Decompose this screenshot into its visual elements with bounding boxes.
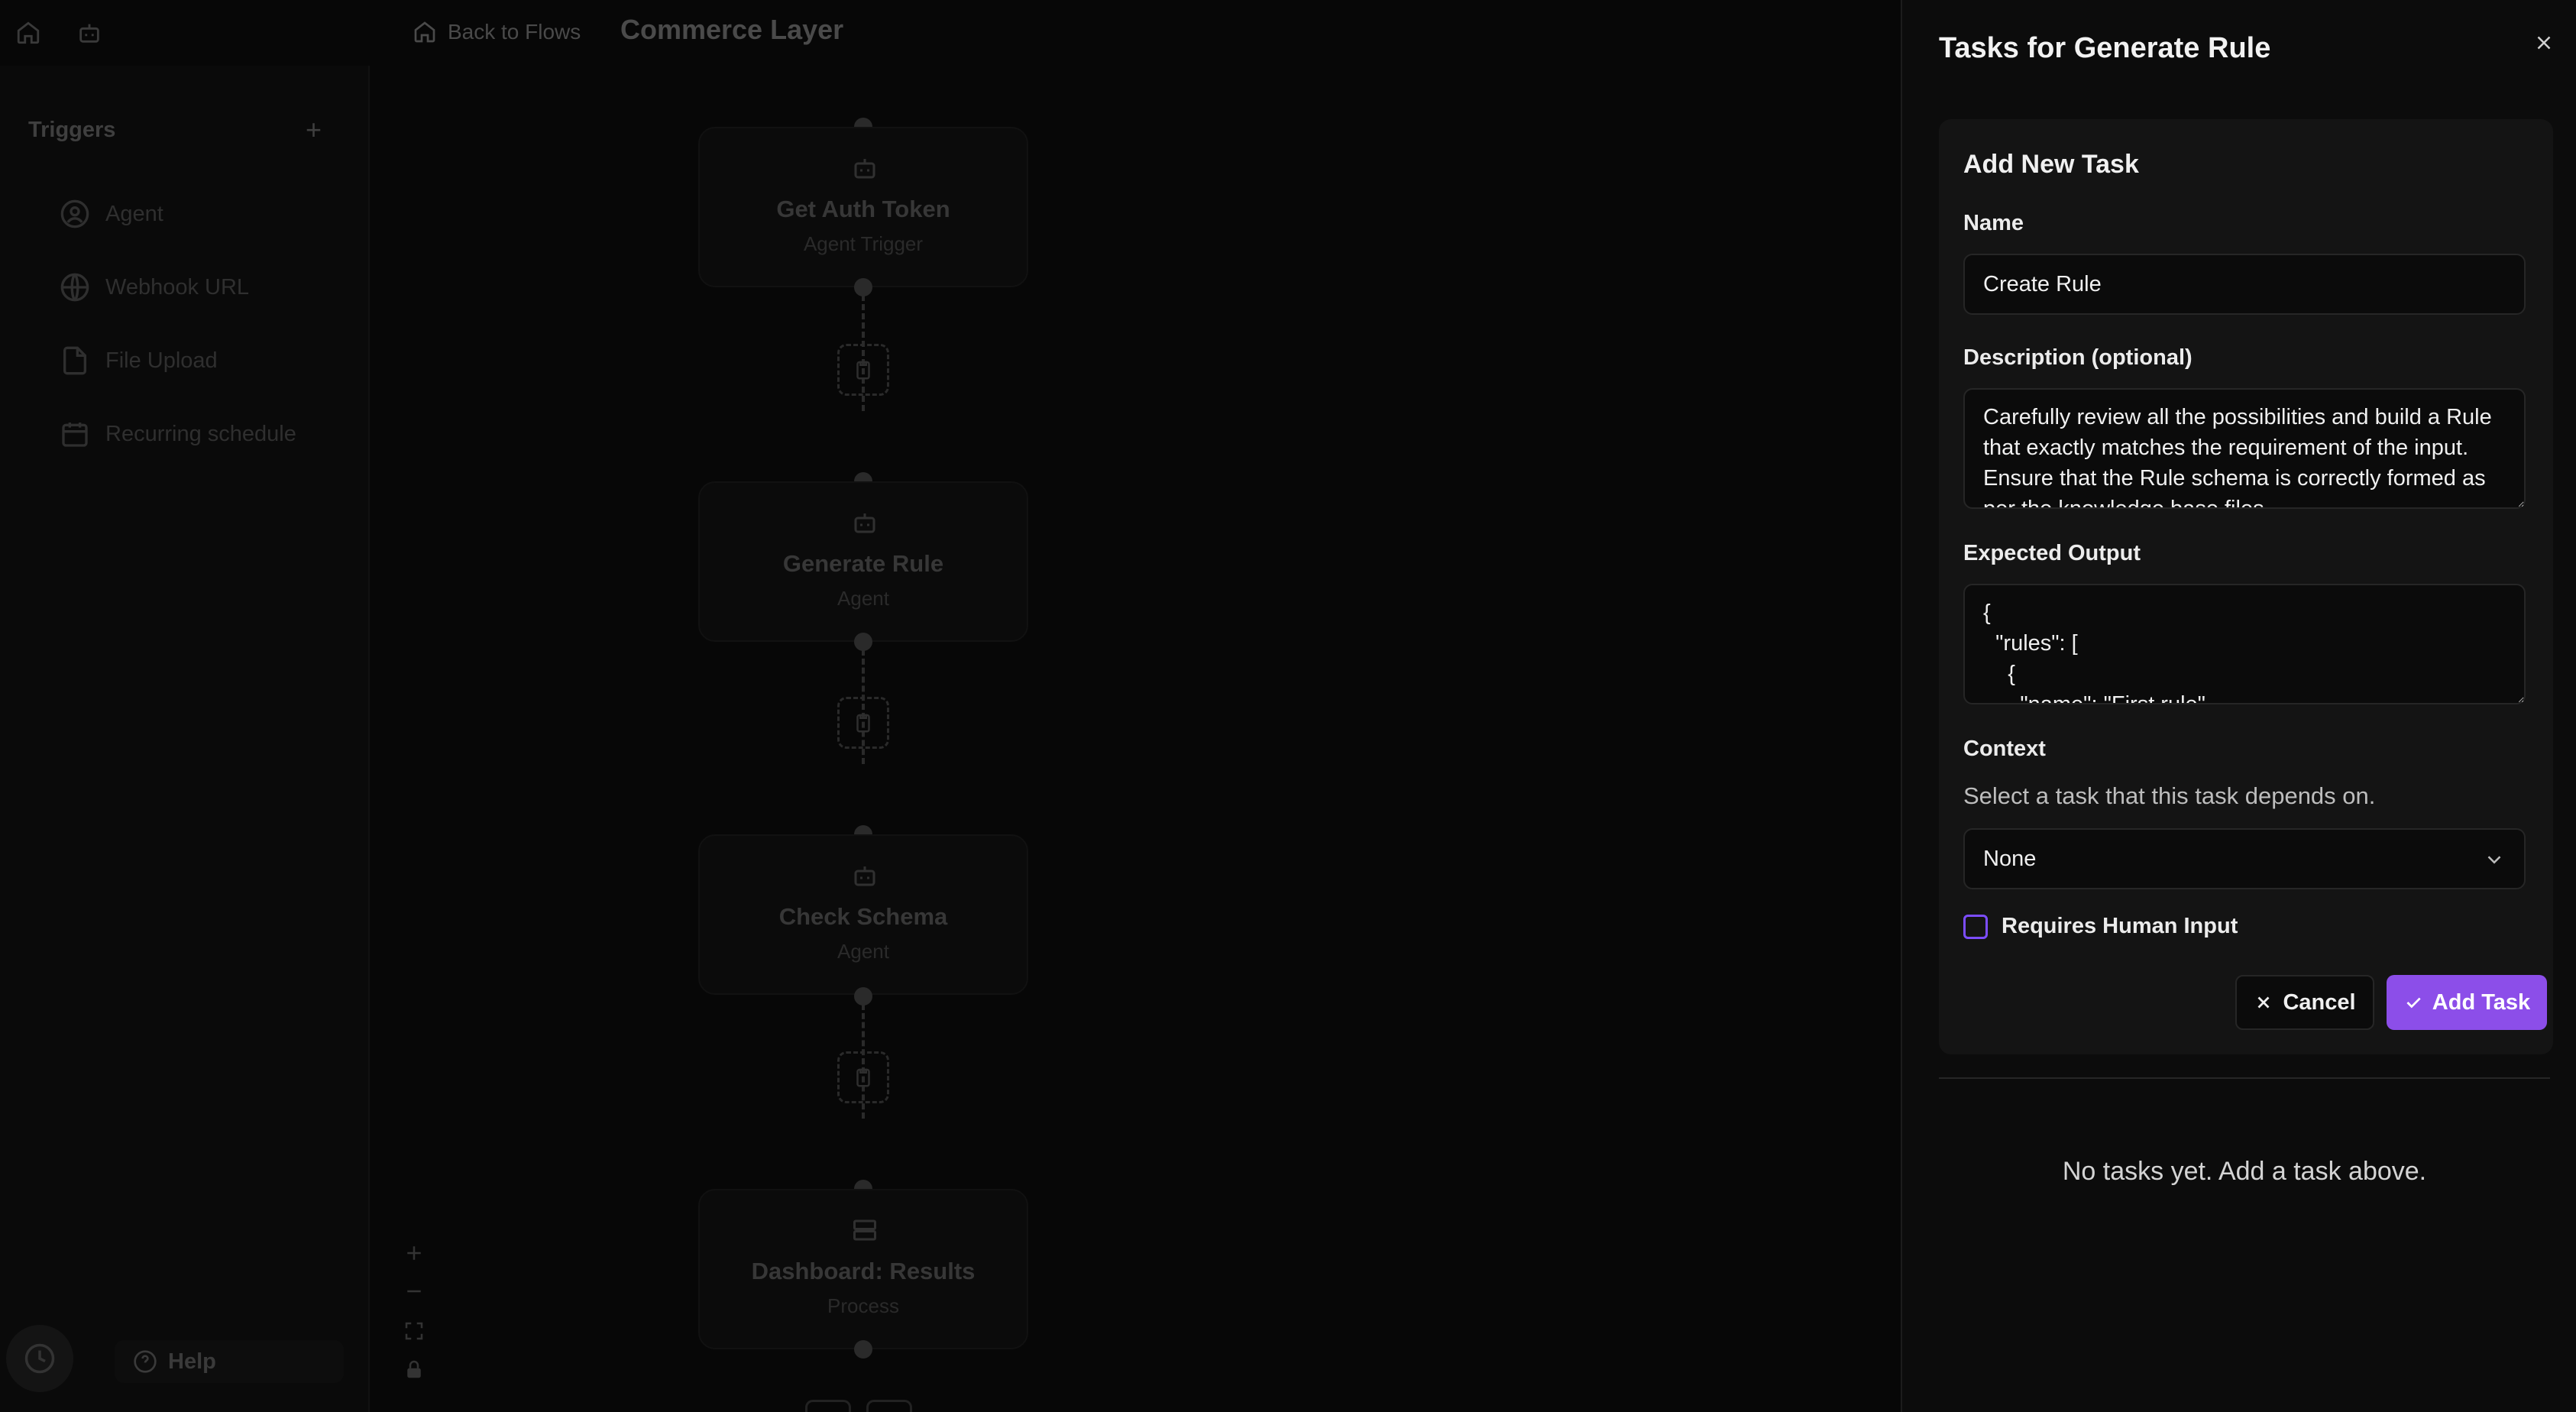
lock-icon (407, 1360, 421, 1378)
name-label: Name (1963, 211, 2024, 235)
description-label: Description (optional) (1963, 345, 2193, 370)
help-label: Help (168, 1349, 216, 1374)
node-title: Generate Rule (782, 550, 944, 577)
file-icon (63, 346, 86, 375)
bot-icon[interactable] (76, 20, 102, 46)
back-to-flows-label: Back to Flows (448, 20, 581, 44)
edge-task-box[interactable] (837, 1051, 889, 1103)
node-title: Check Schema (778, 903, 948, 930)
flow-node-get-auth-token[interactable]: Get Auth Token Agent Trigger (698, 127, 1028, 287)
flow-canvas[interactable]: Get Auth Token Agent Trigger Generate Ru… (370, 66, 1901, 1412)
requires-human-input-row[interactable]: Requires Human Input (1963, 914, 2238, 939)
panel-divider (1939, 1077, 2550, 1079)
bot-icon (851, 862, 879, 889)
history-button[interactable] (6, 1325, 73, 1392)
node-subtitle: Process (827, 1294, 899, 1317)
trigger-item-label: Webhook URL (105, 274, 250, 300)
node-title: Dashboard: Results (751, 1258, 976, 1284)
node-handle[interactable] (854, 278, 872, 296)
home-icon (414, 21, 435, 43)
trigger-item-file-upload[interactable]: File Upload (60, 344, 218, 377)
context-select[interactable]: None (1963, 828, 2526, 889)
home-icon[interactable] (15, 20, 41, 46)
edge-task-box[interactable] (837, 344, 889, 396)
close-icon (2537, 36, 2551, 50)
node-subtitle: Agent (837, 940, 889, 963)
calendar-icon (62, 423, 88, 447)
trigger-item-label: Recurring schedule (105, 421, 296, 446)
context-label: Context (1963, 737, 2046, 761)
add-task-form: Add New Task Name Description (optional)… (1939, 119, 2553, 1054)
requires-human-input-label: Requires Human Input (2002, 914, 2238, 938)
node-handle[interactable] (854, 987, 872, 1006)
help-circle-icon (134, 1350, 157, 1373)
cancel-button[interactable]: Cancel (2235, 975, 2374, 1030)
bot-icon (851, 509, 879, 536)
flow-node-generate-rule[interactable]: Generate Rule Agent (698, 481, 1028, 642)
trigger-item-webhook[interactable]: Webhook URL (60, 270, 249, 304)
triggers-title: Triggers (28, 118, 116, 142)
empty-tasks-message: No tasks yet. Add a task above. (2062, 1157, 2427, 1186)
globe-icon (60, 273, 89, 302)
clipboard-icon (856, 361, 870, 380)
trigger-item-agent[interactable]: Agent (60, 197, 163, 231)
node-handle[interactable] (854, 633, 872, 651)
clipboard-icon (856, 714, 870, 733)
expected-output-label: Expected Output (1963, 541, 2141, 565)
node-subtitle: Agent Trigger (803, 232, 924, 255)
fit-view-button[interactable] (399, 1316, 429, 1346)
bot-icon (851, 154, 879, 182)
cancel-label: Cancel (2283, 989, 2356, 1015)
context-helper-text: Select a task that this task depends on. (1963, 782, 2376, 809)
close-panel-button[interactable] (2527, 26, 2561, 60)
sidebar: Triggers + Agent Webhook URL File Upload… (0, 66, 370, 1412)
clipboard-icon (856, 1068, 870, 1087)
fit-view-icon (405, 1322, 423, 1340)
user-circle-icon (60, 199, 89, 228)
add-task-label: Add Task (2432, 989, 2531, 1015)
expected-output-textarea[interactable]: { "rules": [ { "name": "First rule", (1963, 584, 2526, 704)
requires-human-input-checkbox[interactable] (1963, 914, 1988, 939)
close-icon (2257, 996, 2270, 1009)
partial-node (866, 1400, 912, 1412)
check-icon (2406, 997, 2421, 1009)
node-handle[interactable] (854, 1340, 872, 1359)
context-selected-value: None (1983, 846, 2037, 871)
node-subtitle: Agent (837, 587, 889, 610)
partial-node (805, 1400, 851, 1412)
back-to-flows-link[interactable]: Back to Flows (413, 17, 581, 47)
form-title: Add New Task (1963, 150, 2139, 179)
flow-title: Commerce Layer (620, 14, 844, 45)
clock-icon (24, 1343, 55, 1374)
help-button[interactable]: Help (115, 1340, 344, 1383)
trigger-item-label: Agent (105, 201, 163, 226)
trigger-item-label: File Upload (105, 348, 218, 373)
trigger-item-recurring-schedule[interactable]: Recurring schedule (60, 417, 296, 451)
task-description-textarea[interactable]: Carefully review all the possibilities a… (1963, 388, 2526, 509)
zoom-out-button[interactable] (399, 1276, 429, 1307)
tasks-panel: Tasks for Generate Rule Add New Task Nam… (1901, 0, 2576, 1412)
server-icon (851, 1216, 879, 1244)
flow-node-check-schema[interactable]: Check Schema Agent (698, 834, 1028, 995)
zoom-in-button[interactable] (399, 1238, 429, 1268)
task-name-input[interactable] (1963, 254, 2526, 315)
add-task-button[interactable]: Add Task (2387, 975, 2547, 1030)
minus-icon (407, 1290, 421, 1293)
top-bar: Back to Flows Commerce Layer (0, 0, 1901, 66)
node-title: Get Auth Token (776, 196, 950, 222)
plus-icon (407, 1246, 421, 1260)
flow-node-dashboard-results[interactable]: Dashboard: Results Process (698, 1189, 1028, 1349)
add-trigger-button[interactable]: + (306, 116, 322, 144)
chevron-down-icon (2483, 848, 2506, 871)
lock-button[interactable] (399, 1354, 429, 1384)
edge-task-box[interactable] (837, 697, 889, 749)
panel-title: Tasks for Generate Rule (1939, 32, 2271, 64)
